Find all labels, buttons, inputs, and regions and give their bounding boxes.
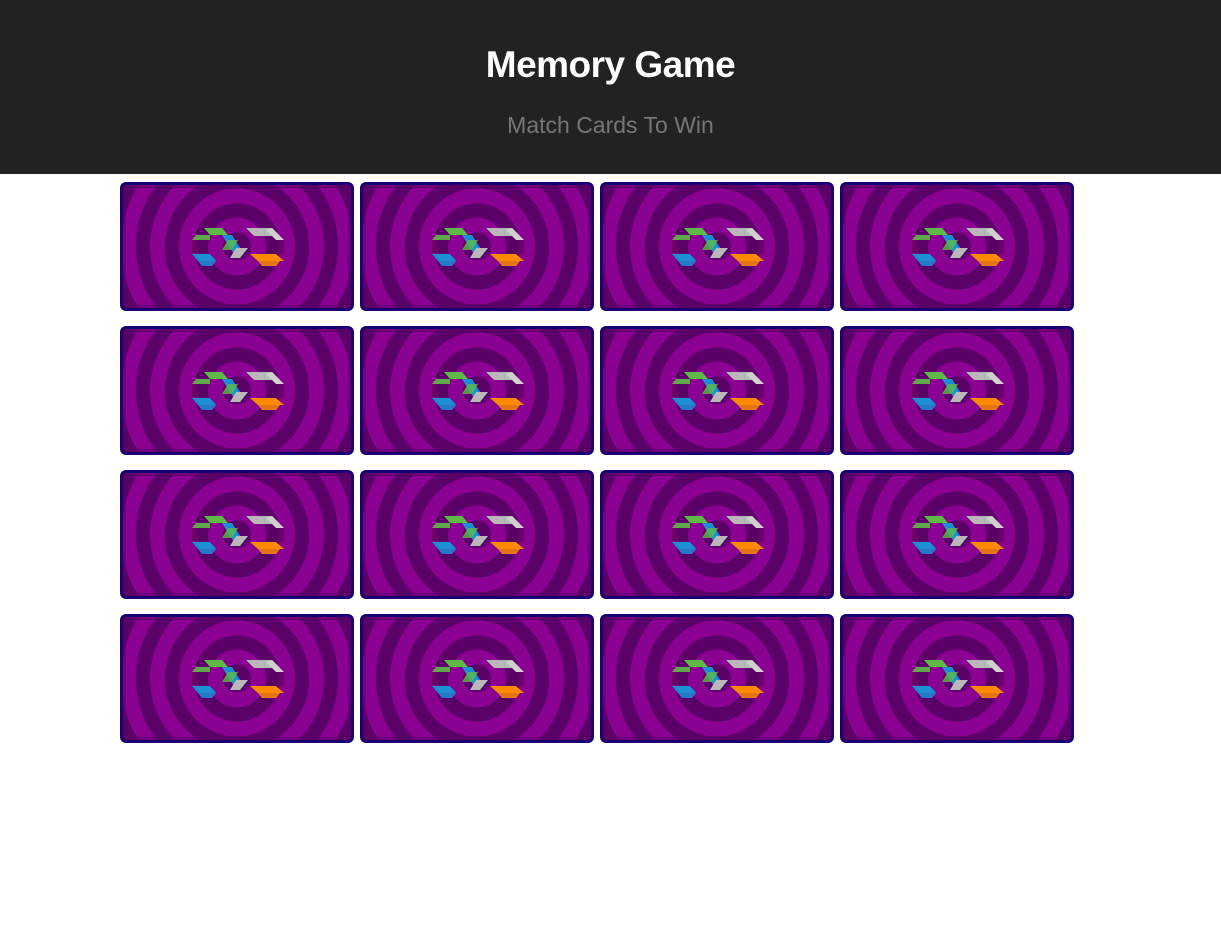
page-title: Memory Game xyxy=(485,44,736,85)
memory-card[interactable] xyxy=(360,614,594,743)
infinity-logo-icon xyxy=(432,228,524,266)
infinity-logo-icon xyxy=(912,228,1004,266)
memory-card[interactable] xyxy=(600,470,834,599)
infinity-logo-icon xyxy=(672,372,764,410)
memory-card[interactable] xyxy=(840,182,1074,311)
memory-card[interactable] xyxy=(600,326,834,455)
memory-card[interactable] xyxy=(120,614,354,743)
infinity-logo-icon xyxy=(672,660,764,698)
infinity-logo-icon xyxy=(192,228,284,266)
infinity-logo-icon xyxy=(432,660,524,698)
page-subtitle: Match Cards To Win xyxy=(507,112,714,138)
memory-card[interactable] xyxy=(840,470,1074,599)
memory-card[interactable] xyxy=(360,326,594,455)
infinity-logo-icon xyxy=(912,516,1004,554)
memory-card[interactable] xyxy=(120,470,354,599)
infinity-logo-icon xyxy=(432,372,524,410)
memory-card[interactable] xyxy=(120,182,354,311)
memory-card[interactable] xyxy=(600,182,834,311)
memory-card[interactable] xyxy=(360,470,594,599)
infinity-logo-icon xyxy=(912,372,1004,410)
memory-card[interactable] xyxy=(120,326,354,455)
infinity-logo-icon xyxy=(912,660,1004,698)
memory-card[interactable] xyxy=(840,326,1074,455)
memory-card[interactable] xyxy=(600,614,834,743)
memory-card[interactable] xyxy=(840,614,1074,743)
infinity-logo-icon xyxy=(192,660,284,698)
infinity-logo-icon xyxy=(672,516,764,554)
infinity-logo-icon xyxy=(672,228,764,266)
card-grid xyxy=(120,182,1074,743)
header-bar: Memory Game Match Cards To Win xyxy=(0,0,1221,174)
infinity-logo-icon xyxy=(192,372,284,410)
infinity-logo-icon xyxy=(432,516,524,554)
memory-card[interactable] xyxy=(360,182,594,311)
infinity-logo-icon xyxy=(192,516,284,554)
